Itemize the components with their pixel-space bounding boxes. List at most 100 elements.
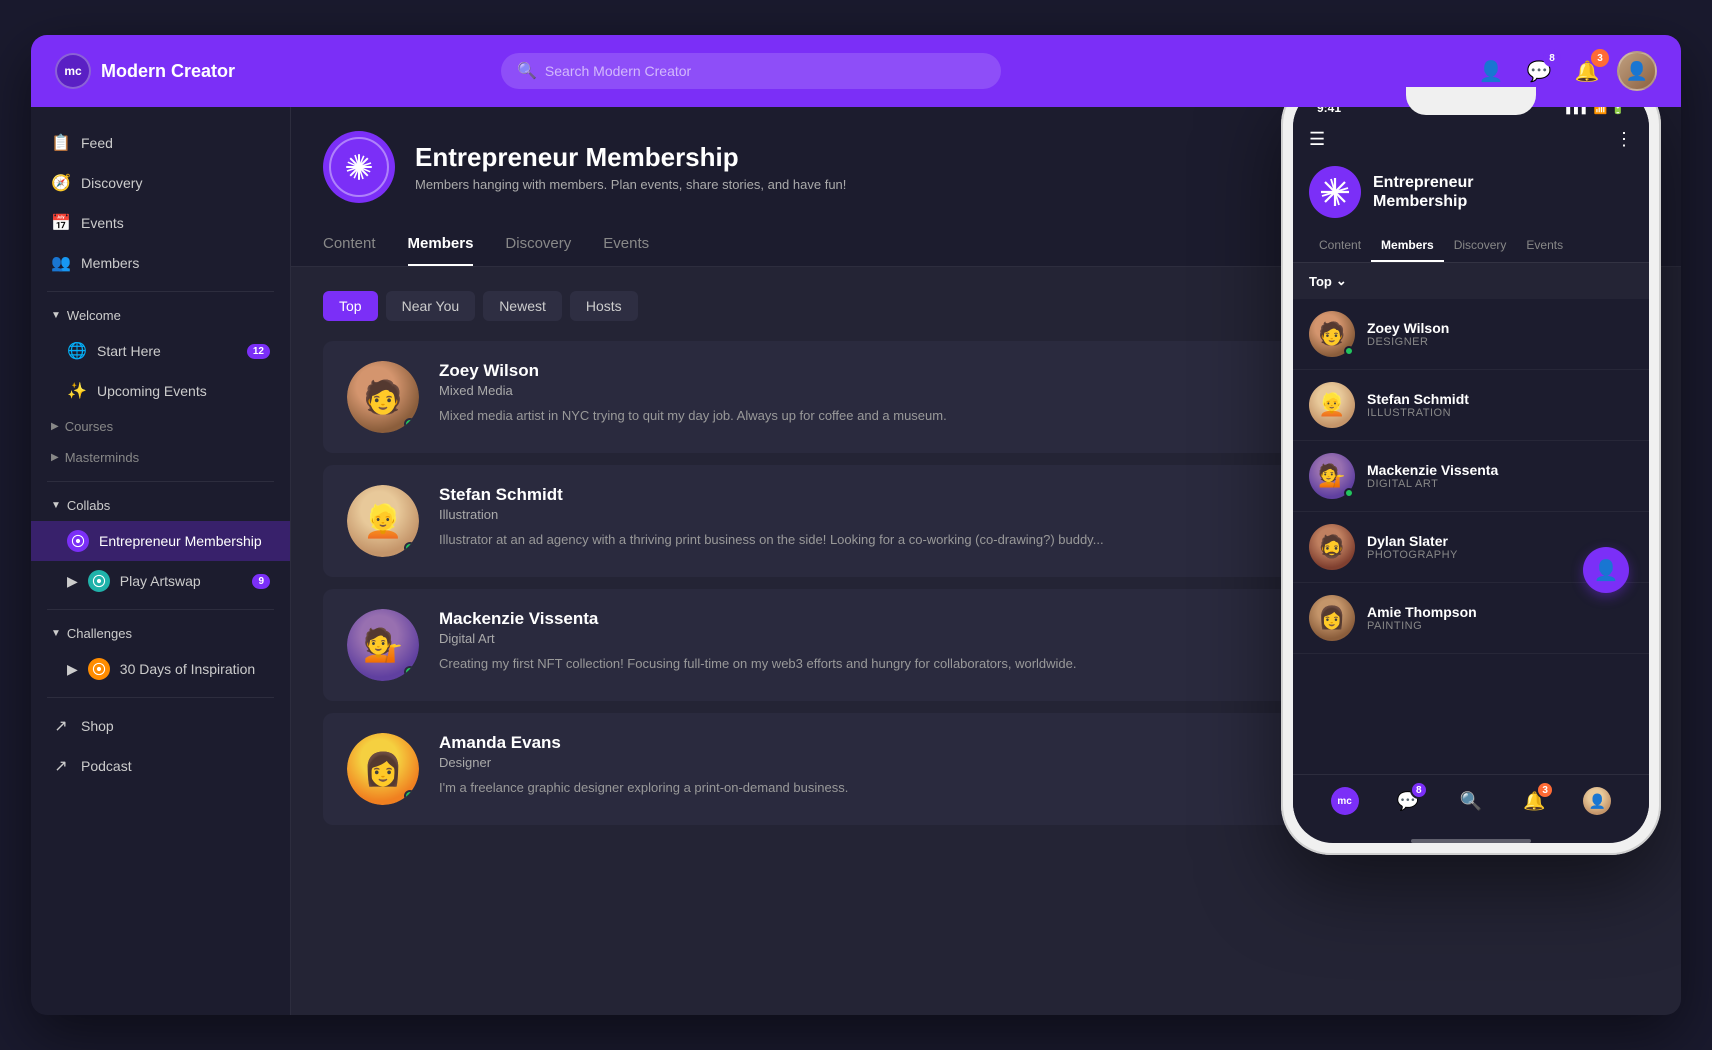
phone-member-item-zoey[interactable]: 🧑 Zoey Wilson DESIGNER	[1293, 299, 1649, 370]
search-bar[interactable]: 🔍	[501, 53, 1001, 89]
starburst-icon	[343, 151, 375, 183]
phone-home-logo[interactable]: mc	[1329, 785, 1361, 817]
phone-avatar-mackenzie: 💁	[1309, 453, 1355, 499]
sidebar-item-entrepreneur[interactable]: Entrepreneur Membership	[31, 521, 290, 561]
sidebar-divider-1	[47, 291, 274, 292]
phone-tab-content[interactable]: Content	[1309, 230, 1371, 262]
sidebar-section-challenges[interactable]: ▼ Challenges	[31, 618, 290, 649]
sidebar-section-courses[interactable]: ▶ Courses	[31, 411, 290, 442]
sidebar-section-masterminds[interactable]: ▶ Masterminds	[31, 442, 290, 473]
search-icon: 🔍	[517, 61, 537, 81]
phone-community-name: Entrepreneur Membership	[1373, 173, 1473, 211]
member-avatar-stefan: 👱	[347, 485, 419, 557]
sidebar-item-shop[interactable]: ↗ Shop	[31, 706, 290, 746]
artswap-icon	[88, 570, 110, 592]
sidebar-divider-3	[47, 609, 274, 610]
phone-top-bar: ☰ ⋮	[1293, 121, 1649, 158]
sidebar-section-welcome[interactable]: ▼ Welcome	[31, 300, 290, 331]
expand-2-icon: ▶	[67, 661, 78, 678]
member-avatar-zoey: 🧑	[347, 361, 419, 433]
phone-members-list: 🧑 Zoey Wilson DESIGNER 👱	[1293, 299, 1649, 774]
sidebar-item-30days[interactable]: ▶ 30 Days of Inspiration	[31, 649, 290, 689]
sidebar-section-collabs[interactable]: ▼ Collabs	[31, 490, 290, 521]
phone-filter-label[interactable]: Top ⌄	[1309, 273, 1347, 289]
filter-hosts[interactable]: Hosts	[570, 291, 638, 321]
phone-screen: 9:41 ▌▌▌ 📶 🔋 ☰ ⋮	[1293, 87, 1649, 843]
people-icon: 👤	[1479, 59, 1504, 84]
sidebar-item-start-here[interactable]: 🌐 Start Here 12	[31, 331, 290, 371]
events-icon: 📅	[51, 213, 71, 233]
sidebar-item-podcast[interactable]: ↗ Podcast	[31, 746, 290, 786]
arrow-right-icon: ▶	[51, 421, 59, 432]
tab-members[interactable]: Members	[408, 223, 474, 266]
sidebar-item-artswap[interactable]: ▶ Play Artswap 9	[31, 561, 290, 601]
filter-near-you[interactable]: Near You	[386, 291, 476, 321]
notification-btn-2[interactable]: 🔔 3	[1569, 53, 1605, 89]
chat-badge: 8	[1543, 49, 1561, 67]
hamburger-icon[interactable]: ☰	[1309, 129, 1325, 150]
phone-member-item-mackenzie[interactable]: 💁 Mackenzie Vissenta DIGITAL ART	[1293, 441, 1649, 512]
phone-community-logo	[1309, 166, 1361, 218]
phone-fab-btn[interactable]: 👤	[1583, 547, 1629, 593]
phone-tab-events[interactable]: Events	[1516, 230, 1573, 262]
phone-av-img-stefan: 👱	[1309, 382, 1355, 428]
phone-bell-badge: 3	[1536, 781, 1554, 799]
arrow-right-2-icon: ▶	[51, 452, 59, 463]
phone-bottom-avatar[interactable]: 👤	[1581, 785, 1613, 817]
filter-newest[interactable]: Newest	[483, 291, 562, 321]
online-dot-amanda	[404, 790, 416, 802]
app-container: mc Modern Creator 🔍 👤 💬 8 🔔 3 👤	[31, 35, 1681, 1015]
phone-mockup: 9:41 ▌▌▌ 📶 🔋 ☰ ⋮	[1281, 75, 1661, 855]
phone-member-item-amie[interactable]: 👩 Amie Thompson PAINTING 👤	[1293, 583, 1649, 654]
phone-av-img-dylan: 🧔	[1309, 524, 1355, 570]
artswap-badge: 9	[252, 574, 270, 589]
tab-events[interactable]: Events	[603, 223, 649, 266]
phone-member-info-mackenzie: Mackenzie Vissenta DIGITAL ART	[1367, 462, 1498, 490]
start-here-badge: 12	[247, 344, 270, 359]
member-avatar-mackenzie: 💁	[347, 609, 419, 681]
phone-bottom-search[interactable]: 🔍	[1455, 785, 1487, 817]
online-dot-mackenzie	[404, 666, 416, 678]
phone-tab-members[interactable]: Members	[1371, 230, 1444, 262]
phone-filter-row: Top ⌄	[1293, 263, 1649, 299]
sidebar-item-members[interactable]: 👥 Members	[31, 243, 290, 283]
brand: mc Modern Creator	[55, 53, 255, 89]
community-logo	[323, 131, 395, 203]
sidebar-item-discovery[interactable]: 🧭 Discovery	[31, 163, 290, 203]
more-options-icon[interactable]: ⋮	[1615, 129, 1633, 150]
phone-home-indicator	[1411, 839, 1531, 843]
members-icon: 👥	[51, 253, 71, 273]
phone-notch	[1406, 87, 1536, 115]
bell-badge: 3	[1591, 49, 1609, 67]
phone-tab-discovery[interactable]: Discovery	[1444, 230, 1517, 262]
tab-content[interactable]: Content	[323, 223, 376, 266]
sidebar-item-feed[interactable]: 📋 Feed	[31, 123, 290, 163]
podcast-icon: ↗	[51, 756, 71, 776]
phone-frame: 9:41 ▌▌▌ 📶 🔋 ☰ ⋮	[1281, 75, 1661, 855]
phone-member-item-stefan[interactable]: 👱 Stefan Schmidt ILLUSTRATION	[1293, 370, 1649, 441]
phone-avatar-zoey: 🧑	[1309, 311, 1355, 357]
user-avatar-btn[interactable]: 👤	[1617, 51, 1657, 91]
search-input[interactable]	[545, 63, 985, 79]
phone-online-dot-mackenzie	[1344, 488, 1354, 498]
sidebar-item-events[interactable]: 📅 Events	[31, 203, 290, 243]
filter-top[interactable]: Top	[323, 291, 378, 321]
arrow-down-icon: ▼	[51, 500, 61, 511]
sidebar-item-upcoming-events[interactable]: ✨ Upcoming Events	[31, 371, 290, 411]
tab-discovery[interactable]: Discovery	[505, 223, 571, 266]
phone-member-info-dylan: Dylan Slater PHOTOGRAPHY	[1367, 533, 1458, 561]
phone-community-name-text: Entrepreneur Membership	[1373, 173, 1473, 211]
phone-bottom-chat[interactable]: 💬 8	[1392, 785, 1424, 817]
arrow-icon: ▼	[51, 310, 61, 321]
phone-online-dot-zoey	[1344, 346, 1354, 356]
phone-member-info-zoey: Zoey Wilson DESIGNER	[1367, 320, 1449, 348]
brand-name: Modern Creator	[101, 61, 235, 82]
phone-bottom-user-icon: 👤	[1583, 787, 1611, 815]
entrepreneur-icon	[67, 530, 89, 552]
notification-btn-1[interactable]: 💬 8	[1521, 53, 1557, 89]
phone-tabs: Content Members Discovery Events	[1293, 230, 1649, 263]
phone-starburst-icon	[1317, 174, 1353, 210]
people-icon-btn[interactable]: 👤	[1473, 53, 1509, 89]
phone-bottom-bell[interactable]: 🔔 3	[1518, 785, 1550, 817]
nav-actions: 👤 💬 8 🔔 3 👤	[1473, 51, 1657, 91]
